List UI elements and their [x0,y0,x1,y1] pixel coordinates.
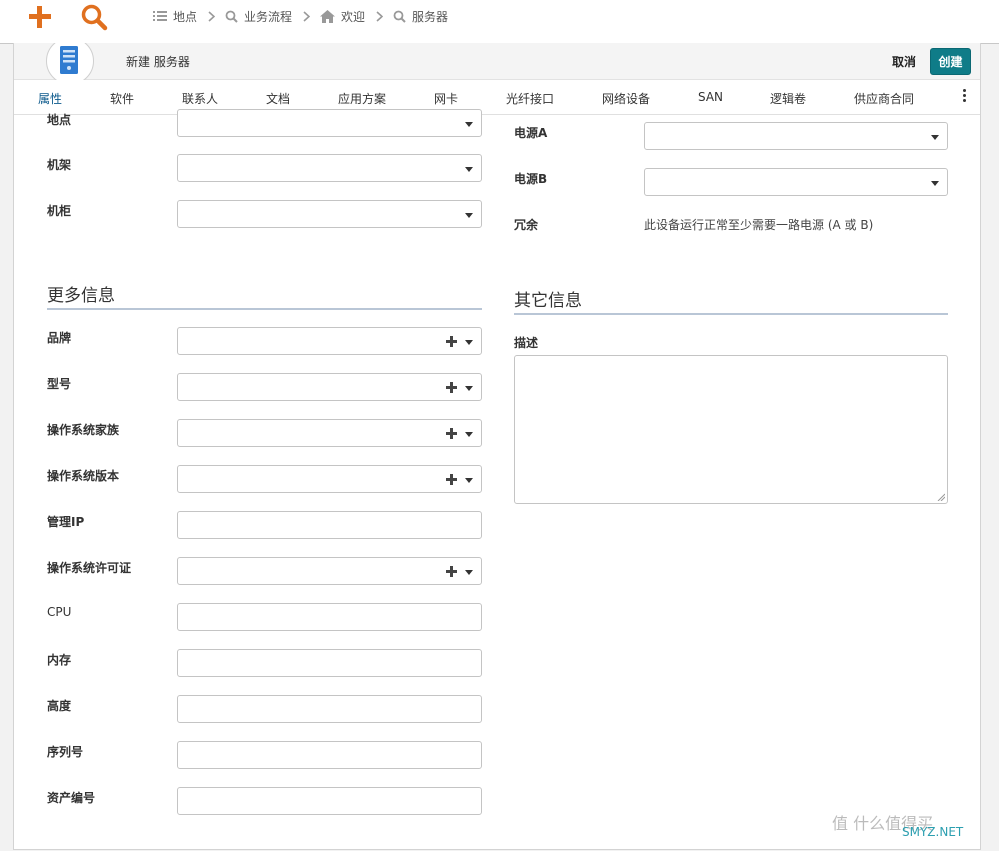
breadcrumb: 地点 业务流程 欢迎 服务器 [153,8,448,24]
list-icon [153,11,167,21]
field-label-height: 高度 [47,699,72,713]
chevron-right-icon [208,10,216,22]
field-label-redundancy: 冗余 [514,218,539,232]
breadcrumb-label: 服务器 [412,9,449,24]
object-panel: 新建 服务器 取消 创建 属性 软件 联系人 文档 应用方案 网卡 光纤接口 网… [13,43,981,850]
chevron-down-icon [465,340,473,345]
model-select[interactable] [177,373,482,401]
field-label-serial-number: 序列号 [47,745,84,759]
field-label-management-ip: 管理IP [47,515,85,529]
avatar [46,43,94,85]
top-bar: 地点 业务流程 欢迎 服务器 [0,0,999,44]
add-icon[interactable] [446,566,457,577]
chevron-down-icon [465,213,473,218]
field-label-power-b: 电源B [514,172,548,186]
more-options-icon[interactable] [962,89,968,105]
section-title-other-info: 其它信息 [514,291,582,311]
enclosure-select[interactable] [177,200,482,228]
field-label-os-family: 操作系统家族 [47,423,120,437]
tab-network-cards[interactable]: 网卡 [434,90,458,107]
asset-number-input[interactable] [177,787,482,815]
breadcrumb-label: 欢迎 [341,9,366,24]
tab-properties[interactable]: 属性 [38,90,62,107]
rack-select[interactable] [177,154,482,182]
section-divider [47,308,482,310]
tab-contacts[interactable]: 联系人 [182,90,218,107]
field-label-power-a: 电源A [514,126,548,140]
chevron-right-icon [376,10,384,22]
tab-fiber-ports[interactable]: 光纤接口 [506,90,554,107]
add-icon[interactable] [446,428,457,439]
breadcrumb-item-welcome[interactable]: 欢迎 [320,8,365,25]
chevron-down-icon [465,570,473,575]
breadcrumb-item-server[interactable]: 服务器 [393,8,448,25]
brand-select[interactable] [177,327,482,355]
serial-number-input[interactable] [177,741,482,769]
tab-application-solutions[interactable]: 应用方案 [338,90,386,107]
height-input[interactable] [177,695,482,723]
search-icon [225,10,238,23]
chevron-down-icon [465,386,473,391]
section-title-more-info: 更多信息 [47,286,115,306]
chevron-down-icon [465,478,473,483]
field-label-description: 描述 [514,336,539,350]
add-icon[interactable] [446,474,457,485]
page-title: 新建 服务器 [126,55,190,69]
tab-logical-volumes[interactable]: 逻辑卷 [770,90,806,107]
chevron-down-icon [465,167,473,172]
description-textarea[interactable] [514,355,948,504]
section-divider [514,313,948,315]
field-label-location: 地点 [47,113,72,127]
field-label-os-version: 操作系统版本 [47,469,120,483]
chevron-down-icon [465,122,473,127]
os-license-select[interactable] [177,557,482,585]
chevron-down-icon [465,432,473,437]
field-label-asset-number: 资产编号 [47,791,96,805]
add-icon[interactable] [446,336,457,347]
chevron-down-icon [931,181,939,186]
panel-header: 新建 服务器 取消 创建 [14,43,980,85]
field-label-model: 型号 [47,377,72,391]
breadcrumb-item-process[interactable]: 业务流程 [225,8,292,25]
server-icon [60,46,78,74]
search-icon[interactable] [80,3,108,31]
tab-documents[interactable]: 文档 [266,90,290,107]
os-family-select[interactable] [177,419,482,447]
tab-bar: 属性 软件 联系人 文档 应用方案 网卡 光纤接口 网络设备 SAN 逻辑卷 供… [14,80,980,115]
home-icon [320,9,336,23]
resize-grip-icon[interactable] [937,493,945,501]
add-icon[interactable] [27,4,53,30]
watermark: 值 什么值得买 SMYZ.NET [832,810,963,839]
field-label-cpu: CPU [47,605,72,619]
power-b-select[interactable] [644,168,948,196]
breadcrumb-item-location[interactable]: 地点 [153,8,197,25]
tab-network-devices[interactable]: 网络设备 [602,90,650,107]
tab-supplier-contracts[interactable]: 供应商合同 [854,90,914,107]
field-label-brand: 品牌 [47,331,72,345]
tab-software[interactable]: 软件 [110,90,134,107]
management-ip-input[interactable] [177,511,482,539]
cancel-button[interactable]: 取消 [886,50,922,72]
power-a-select[interactable] [644,122,948,150]
create-button[interactable]: 创建 [930,48,971,75]
tab-san[interactable]: SAN [698,90,723,104]
chevron-right-icon [303,10,311,22]
memory-input[interactable] [177,649,482,677]
field-label-os-license: 操作系统许可证 [47,561,132,575]
breadcrumb-label: 地点 [173,9,198,24]
location-select[interactable] [177,109,482,137]
cpu-input[interactable] [177,603,482,631]
watermark-sub: SMYZ.NET [902,825,964,839]
field-label-enclosure: 机柜 [47,204,72,218]
add-icon[interactable] [446,382,457,393]
chevron-down-icon [931,135,939,140]
field-label-rack: 机架 [47,158,72,172]
os-version-select[interactable] [177,465,482,493]
search-icon [393,10,406,23]
breadcrumb-label: 业务流程 [244,9,293,24]
field-label-memory: 内存 [47,653,72,667]
redundancy-text: 此设备运行正常至少需要一路电源 (A 或 B) [644,218,874,232]
